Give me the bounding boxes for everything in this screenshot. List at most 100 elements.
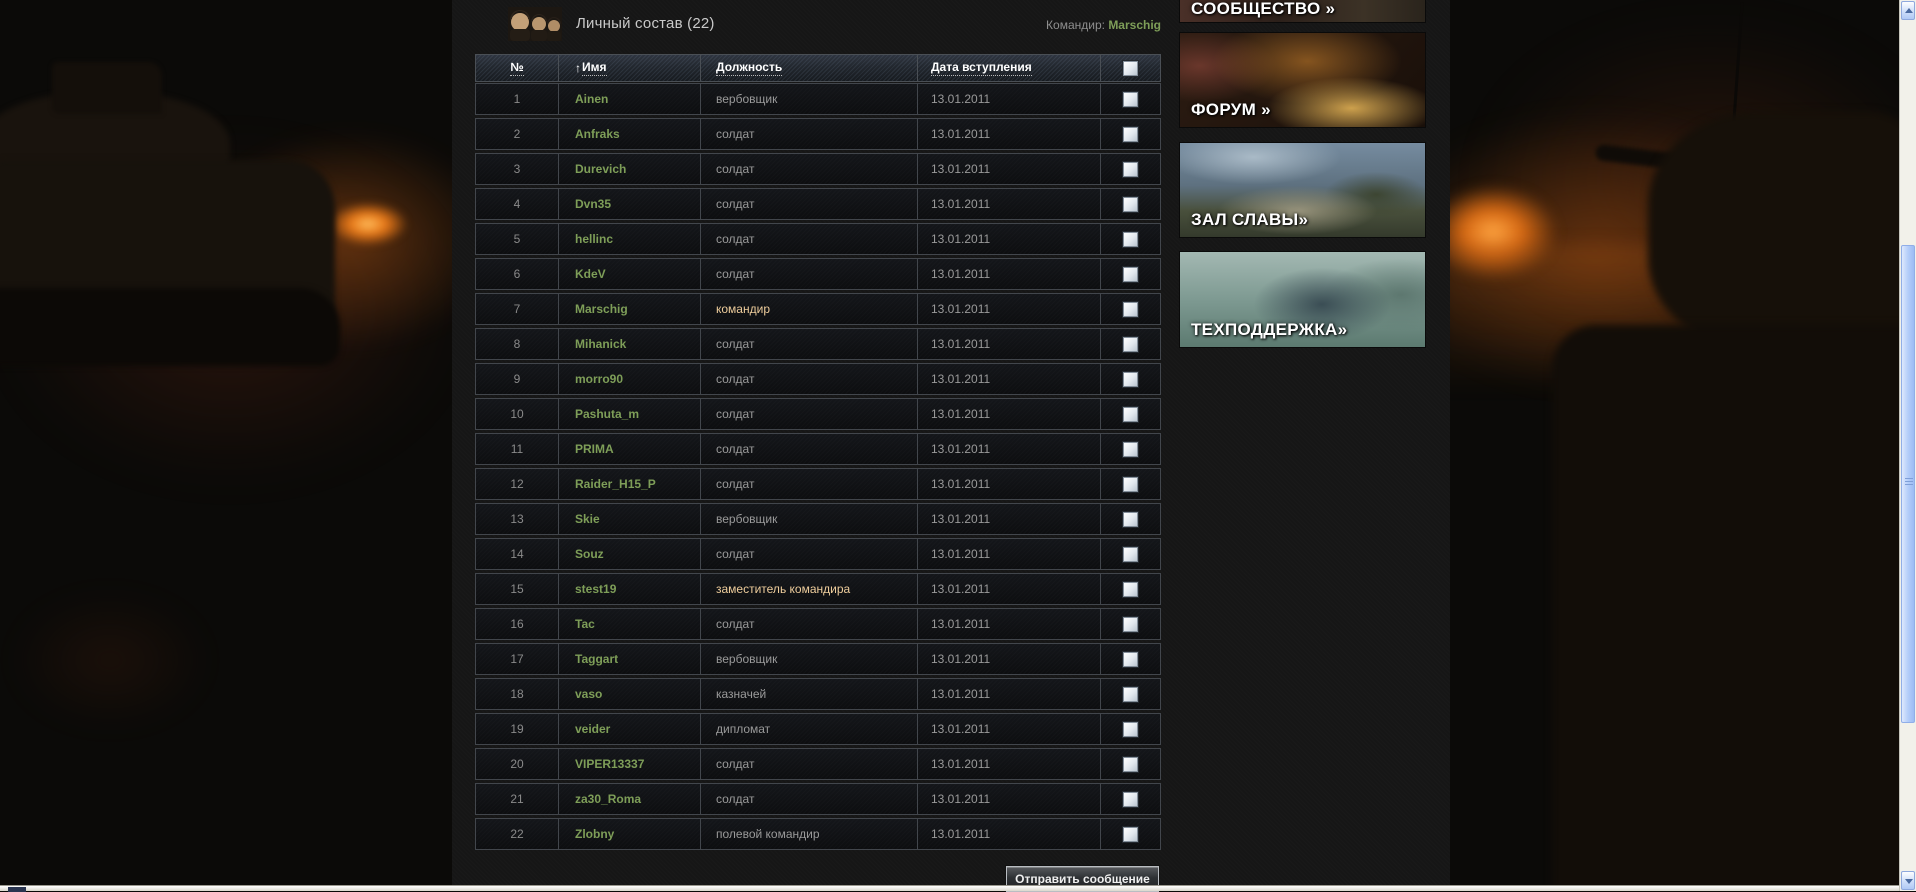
- row-checkbox[interactable]: [1123, 301, 1138, 317]
- row-checkbox[interactable]: [1123, 651, 1138, 667]
- row-number: 14: [476, 539, 559, 569]
- column-header-role[interactable]: Должность: [701, 55, 918, 81]
- row-role: солдат: [701, 434, 918, 464]
- row-name-cell: hellinc: [559, 224, 701, 254]
- player-name-link[interactable]: Skie: [575, 512, 600, 526]
- row-checkbox-cell: [1101, 84, 1160, 114]
- row-number: 2: [476, 119, 559, 149]
- scroll-up-button[interactable]: [1901, 1, 1915, 20]
- player-name-link[interactable]: veider: [575, 722, 610, 736]
- row-role: дипломат: [701, 714, 918, 744]
- row-role: солдат: [701, 784, 918, 814]
- player-name-link[interactable]: Ainen: [575, 92, 608, 106]
- row-checkbox-cell: [1101, 154, 1160, 184]
- row-checkbox[interactable]: [1123, 721, 1138, 737]
- row-checkbox-cell: [1101, 539, 1160, 569]
- row-name-cell: veider: [559, 714, 701, 744]
- row-checkbox-cell: [1101, 119, 1160, 149]
- row-checkbox[interactable]: [1123, 616, 1138, 632]
- row-checkbox[interactable]: [1123, 581, 1138, 597]
- row-checkbox[interactable]: [1123, 686, 1138, 702]
- column-header-name[interactable]: ↑ Имя: [559, 55, 701, 81]
- player-name-link[interactable]: PRIMA: [575, 442, 614, 456]
- player-name-link[interactable]: Durevich: [575, 162, 626, 176]
- row-name-cell: Marschig: [559, 294, 701, 324]
- row-checkbox[interactable]: [1123, 161, 1138, 177]
- row-checkbox[interactable]: [1123, 196, 1138, 212]
- banner-forum[interactable]: ФОРУМ »: [1180, 33, 1425, 127]
- row-role: солдат: [701, 154, 918, 184]
- row-checkbox[interactable]: [1123, 511, 1138, 527]
- banner-support[interactable]: ТЕХПОДДЕРЖКА»: [1180, 252, 1425, 347]
- commander-name[interactable]: Marschig: [1108, 18, 1161, 32]
- player-name-link[interactable]: Dvn35: [575, 197, 611, 211]
- row-checkbox[interactable]: [1123, 826, 1138, 842]
- player-name-link[interactable]: Anfraks: [575, 127, 620, 141]
- row-checkbox[interactable]: [1123, 791, 1138, 807]
- player-name-link[interactable]: hellinc: [575, 232, 613, 246]
- row-join-date: 13.01.2011: [918, 259, 1101, 289]
- row-name-cell: Pashuta_m: [559, 399, 701, 429]
- row-name-cell: Skie: [559, 504, 701, 534]
- row-checkbox[interactable]: [1123, 546, 1138, 562]
- row-join-date: 13.01.2011: [918, 539, 1101, 569]
- table-body: 1 Ainen вербовщик 13.01.2011 2 Anfraks с…: [475, 83, 1161, 850]
- row-number: 11: [476, 434, 559, 464]
- banner-community[interactable]: СООБЩЕСТВО »: [1180, 0, 1425, 22]
- player-name-link[interactable]: Raider_H15_P: [575, 477, 656, 491]
- row-checkbox[interactable]: [1123, 336, 1138, 352]
- row-number: 12: [476, 469, 559, 499]
- select-all-checkbox[interactable]: [1123, 60, 1138, 76]
- player-name-link[interactable]: KdeV: [575, 267, 606, 281]
- table-row: 15 stest19 заместитель командира 13.01.2…: [475, 573, 1161, 605]
- table-row: 11 PRIMA солдат 13.01.2011: [475, 433, 1161, 465]
- row-role: солдат: [701, 469, 918, 499]
- right-tank-hull-silhouette: [1552, 325, 1916, 891]
- column-header-date[interactable]: Дата вступления: [918, 55, 1101, 81]
- row-number: 19: [476, 714, 559, 744]
- scroll-down-button[interactable]: [1901, 871, 1915, 890]
- player-name-link[interactable]: Tac: [575, 617, 595, 631]
- row-checkbox[interactable]: [1123, 476, 1138, 492]
- player-name-link[interactable]: Mihanick: [575, 337, 626, 351]
- row-number: 15: [476, 574, 559, 604]
- player-name-link[interactable]: Zlobny: [575, 827, 614, 841]
- row-checkbox-cell: [1101, 784, 1160, 814]
- player-name-link[interactable]: Pashuta_m: [575, 407, 639, 421]
- row-checkbox[interactable]: [1123, 126, 1138, 142]
- vertical-scrollbar[interactable]: [1899, 0, 1916, 891]
- row-checkbox-cell: [1101, 504, 1160, 534]
- scrollbar-thumb[interactable]: [1901, 245, 1915, 723]
- player-name-link[interactable]: Marschig: [575, 302, 628, 316]
- row-number: 13: [476, 504, 559, 534]
- row-checkbox[interactable]: [1123, 371, 1138, 387]
- row-checkbox[interactable]: [1123, 441, 1138, 457]
- table-row: 17 Taggart вербовщик 13.01.2011: [475, 643, 1161, 675]
- player-name-link[interactable]: vaso: [575, 687, 602, 701]
- player-name-link[interactable]: Taggart: [575, 652, 618, 666]
- row-join-date: 13.01.2011: [918, 294, 1101, 324]
- player-name-link[interactable]: VIPER13337: [575, 757, 644, 771]
- row-number: 3: [476, 154, 559, 184]
- row-checkbox-cell: [1101, 434, 1160, 464]
- row-checkbox[interactable]: [1123, 406, 1138, 422]
- player-name-link[interactable]: za30_Roma: [575, 792, 641, 806]
- row-role: вербовщик: [701, 644, 918, 674]
- row-checkbox[interactable]: [1123, 756, 1138, 772]
- row-checkbox[interactable]: [1123, 266, 1138, 282]
- table-row: 22 Zlobny полевой командир 13.01.2011: [475, 818, 1161, 850]
- player-name-link[interactable]: morro90: [575, 372, 623, 386]
- row-checkbox[interactable]: [1123, 231, 1138, 247]
- chevron-down-icon: [1905, 879, 1913, 884]
- row-checkbox-cell: [1101, 679, 1160, 709]
- banner-hall-of-fame[interactable]: ЗАЛ СЛАВЫ»: [1180, 143, 1425, 237]
- row-name-cell: Souz: [559, 539, 701, 569]
- player-name-link[interactable]: stest19: [575, 582, 616, 596]
- row-name-cell: Raider_H15_P: [559, 469, 701, 499]
- row-number: 5: [476, 224, 559, 254]
- row-checkbox[interactable]: [1123, 91, 1138, 107]
- table-row: 5 hellinc солдат 13.01.2011: [475, 223, 1161, 255]
- column-header-num[interactable]: №: [476, 55, 559, 81]
- row-checkbox-cell: [1101, 714, 1160, 744]
- player-name-link[interactable]: Souz: [575, 547, 604, 561]
